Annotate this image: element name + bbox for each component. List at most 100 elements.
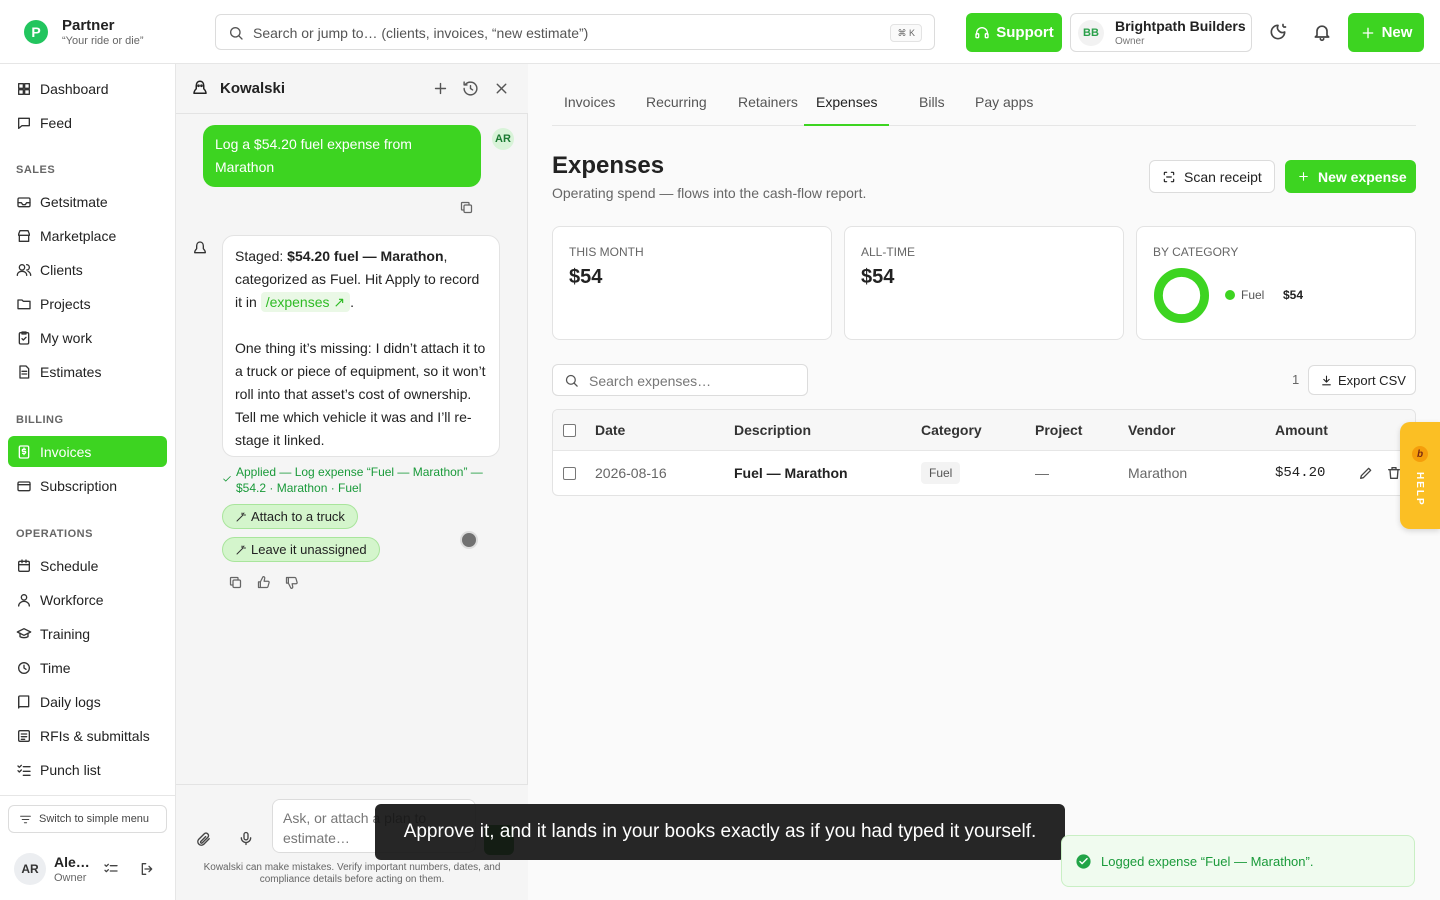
select-all-checkbox[interactable] — [563, 424, 576, 437]
sidebar-item-estimates[interactable]: Estimates — [8, 356, 167, 387]
sidebar-item-time[interactable]: Time — [8, 652, 167, 683]
sidebar-item-clients[interactable]: Clients — [8, 254, 167, 285]
theme-toggle-icon[interactable] — [1268, 22, 1288, 42]
sidebar-item-daily-logs[interactable]: Daily logs — [8, 686, 167, 717]
tab-pay-apps[interactable]: Pay apps — [975, 94, 1033, 126]
expense-search-input[interactable] — [589, 371, 799, 391]
bell-icon[interactable] — [1312, 22, 1332, 42]
sidebar-item-getsitmate[interactable]: Getsitmate — [8, 186, 167, 217]
tab-invoices[interactable]: Invoices — [564, 94, 615, 126]
sidebar-item-label: Estimates — [40, 363, 102, 380]
microphone-icon[interactable] — [238, 830, 254, 847]
sidebar-item-schedule[interactable]: Schedule — [8, 550, 167, 581]
scan-receipt-button[interactable]: Scan receipt — [1149, 160, 1275, 193]
sidebar-item-label: Workforce — [40, 591, 104, 608]
partner-logo[interactable]: P — [24, 20, 48, 44]
column-header-vendor[interactable]: Vendor — [1128, 422, 1175, 438]
sidebar-item-feed[interactable]: Feed — [8, 107, 167, 138]
column-header-project[interactable]: Project — [1035, 422, 1082, 438]
sidebar-item-dashboard[interactable]: Dashboard — [8, 73, 167, 104]
sidebar-item-punch-list[interactable]: Punch list — [8, 754, 167, 785]
help-tab[interactable]: b HELP — [1400, 422, 1440, 529]
column-header-category[interactable]: Category — [921, 422, 982, 438]
company-avatar: BB — [1078, 20, 1104, 46]
applied-status-text: Applied — Log expense “Fuel — Marathon” … — [236, 465, 483, 495]
sidebar-item-rfis[interactable]: RFIs & submittals — [8, 720, 167, 751]
close-icon[interactable] — [493, 80, 510, 97]
sidebar-item-projects[interactable]: Projects — [8, 288, 167, 319]
sidebar-item-workforce[interactable]: Workforce — [8, 584, 167, 615]
pointer-cursor — [460, 531, 478, 549]
column-header-amount[interactable]: Amount — [1275, 422, 1328, 438]
card-label: ALL-TIME — [861, 245, 916, 259]
switch-simple-menu-button[interactable]: Switch to simple menu — [8, 805, 167, 833]
column-header-description[interactable]: Description — [734, 422, 811, 438]
calendar-icon — [16, 558, 32, 574]
column-header-date[interactable]: Date — [595, 422, 625, 438]
row-description: Fuel — Marathon — [734, 465, 848, 481]
card-value: $54 — [569, 266, 603, 288]
legend-value: $54 — [1283, 288, 1304, 302]
sidebar-item-label: Clients — [40, 261, 83, 278]
all-time-card: ALL-TIME $54 — [844, 226, 1124, 340]
thumbs-up-icon[interactable] — [256, 575, 271, 590]
brand-name: Partner — [62, 17, 115, 34]
graduation-cap-icon — [16, 626, 32, 642]
logout-icon[interactable] — [139, 861, 155, 877]
tab-expenses[interactable]: Expenses — [804, 94, 890, 126]
chip-label: Attach to a truck — [251, 509, 345, 524]
ai-disclaimer: Kowalski can make mistakes. Verify impor… — [203, 862, 501, 885]
copy-icon[interactable] — [228, 575, 243, 590]
sidebar-item-label: Getsitmate — [40, 193, 108, 210]
filter-icon — [19, 813, 32, 826]
sidebar-item-my-work[interactable]: My work — [8, 322, 167, 353]
sidebar-item-label: Projects — [40, 295, 91, 312]
billing-tabs: Invoices Recurring Retainers Expenses Bi… — [552, 64, 1416, 126]
user-avatar[interactable]: AR — [14, 853, 46, 885]
export-csv-label: Export CSV — [1338, 372, 1406, 388]
edit-pencil-icon[interactable] — [1358, 465, 1374, 481]
billing-section-heading: BILLING — [16, 414, 64, 426]
support-button[interactable]: Support — [966, 13, 1062, 52]
task-list-icon[interactable] — [103, 861, 119, 877]
new-button[interactable]: New — [1348, 13, 1424, 52]
clipboard-check-icon — [16, 330, 32, 346]
paperclip-icon[interactable] — [195, 831, 212, 848]
export-csv-button[interactable]: Export CSV — [1308, 365, 1416, 395]
sidebar-divider — [0, 795, 176, 796]
new-chat-plus-icon[interactable] — [432, 80, 449, 97]
sidebar-item-label: Schedule — [40, 557, 99, 574]
global-search[interactable]: Search or jump to… (clients, invoices, “… — [215, 14, 935, 50]
row-checkbox[interactable] — [563, 467, 576, 480]
tab-bills[interactable]: Bills — [919, 94, 945, 126]
tab-recurring[interactable]: Recurring — [646, 94, 707, 126]
sidebar-item-subscription[interactable]: Subscription — [8, 470, 167, 501]
thumbs-down-icon[interactable] — [284, 575, 299, 590]
dollar-receipt-icon — [16, 444, 32, 460]
sidebar-item-invoices[interactable]: Invoices — [8, 436, 167, 467]
history-icon[interactable] — [462, 80, 479, 97]
top-header: P Partner “Your ride or die” Search or j… — [0, 0, 1440, 64]
assistant-title: Kowalski — [220, 80, 286, 97]
card-value: $54 — [861, 266, 895, 288]
company-switcher[interactable]: BB Brightpath Builders Owner — [1070, 13, 1252, 52]
new-expense-button[interactable]: New expense — [1285, 160, 1416, 193]
company-role: Owner — [1115, 36, 1145, 47]
sidebar-item-training[interactable]: Training — [8, 618, 167, 649]
main-content: Invoices Recurring Retainers Expenses Bi… — [528, 64, 1440, 900]
expense-search[interactable] — [552, 364, 808, 396]
assistant-paragraph-1: Staged: $54.20 fuel — Marathon, categori… — [235, 248, 480, 312]
assistant-panel: Kowalski Log a $54.20 fuel expense from … — [176, 64, 528, 900]
attach-to-truck-chip[interactable]: Attach to a truck — [222, 504, 358, 529]
leave-unassigned-chip[interactable]: Leave it unassigned — [222, 537, 380, 562]
by-category-card: BY CATEGORY Fuel $54 — [1136, 226, 1416, 340]
card-label: THIS MONTH — [569, 245, 644, 259]
checklist-icon — [16, 762, 32, 778]
copy-icon[interactable] — [459, 200, 474, 215]
expenses-link[interactable]: /expenses ↗ — [260, 292, 351, 312]
category-donut-chart — [1153, 267, 1210, 324]
tab-retainers[interactable]: Retainers — [738, 94, 798, 126]
this-month-card: THIS MONTH $54 — [552, 226, 832, 340]
sidebar-item-marketplace[interactable]: Marketplace — [8, 220, 167, 251]
table-row[interactable]: 2026-08-16 Fuel — Marathon Fuel — Marath… — [553, 451, 1415, 495]
